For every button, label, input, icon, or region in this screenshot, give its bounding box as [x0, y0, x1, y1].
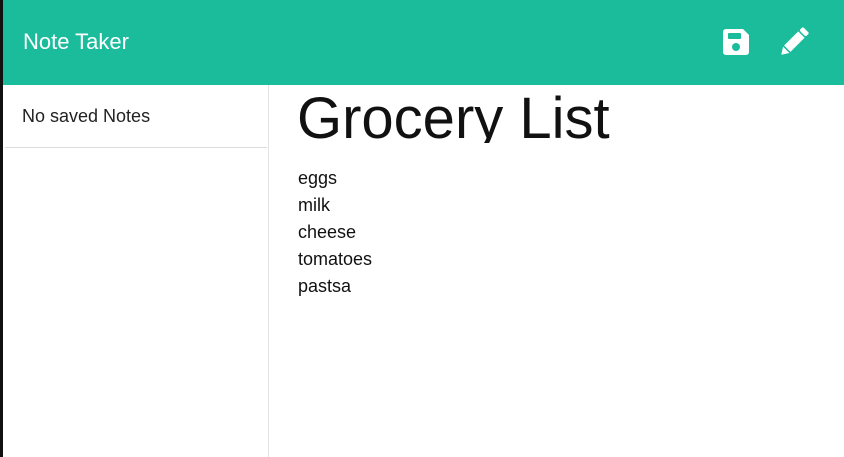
note-line: milk: [298, 195, 330, 215]
save-note-button[interactable]: [719, 25, 753, 59]
note-title-input[interactable]: Grocery List: [297, 85, 817, 143]
note-line: tomatoes: [298, 249, 373, 269]
note-line: eggs: [298, 168, 338, 188]
navbar: Note Taker: [3, 0, 844, 85]
empty-notes-label: No saved Notes: [22, 106, 151, 126]
note-line: cheese: [298, 222, 357, 242]
new-note-button[interactable]: [777, 25, 811, 59]
note-line: pastsa: [298, 276, 352, 296]
save-icon: [723, 29, 749, 55]
saved-notes-sidebar: No saved Notes: [3, 85, 269, 457]
app-brand[interactable]: Note Taker: [23, 27, 129, 57]
pencil-icon: [781, 27, 809, 55]
note-text-area[interactable]: eggs milk cheese tomatoes pastsa: [298, 165, 818, 300]
note-editor: Grocery List eggs milk cheese tomatoes p…: [269, 85, 844, 457]
sidebar-empty-item: No saved Notes: [5, 85, 267, 148]
